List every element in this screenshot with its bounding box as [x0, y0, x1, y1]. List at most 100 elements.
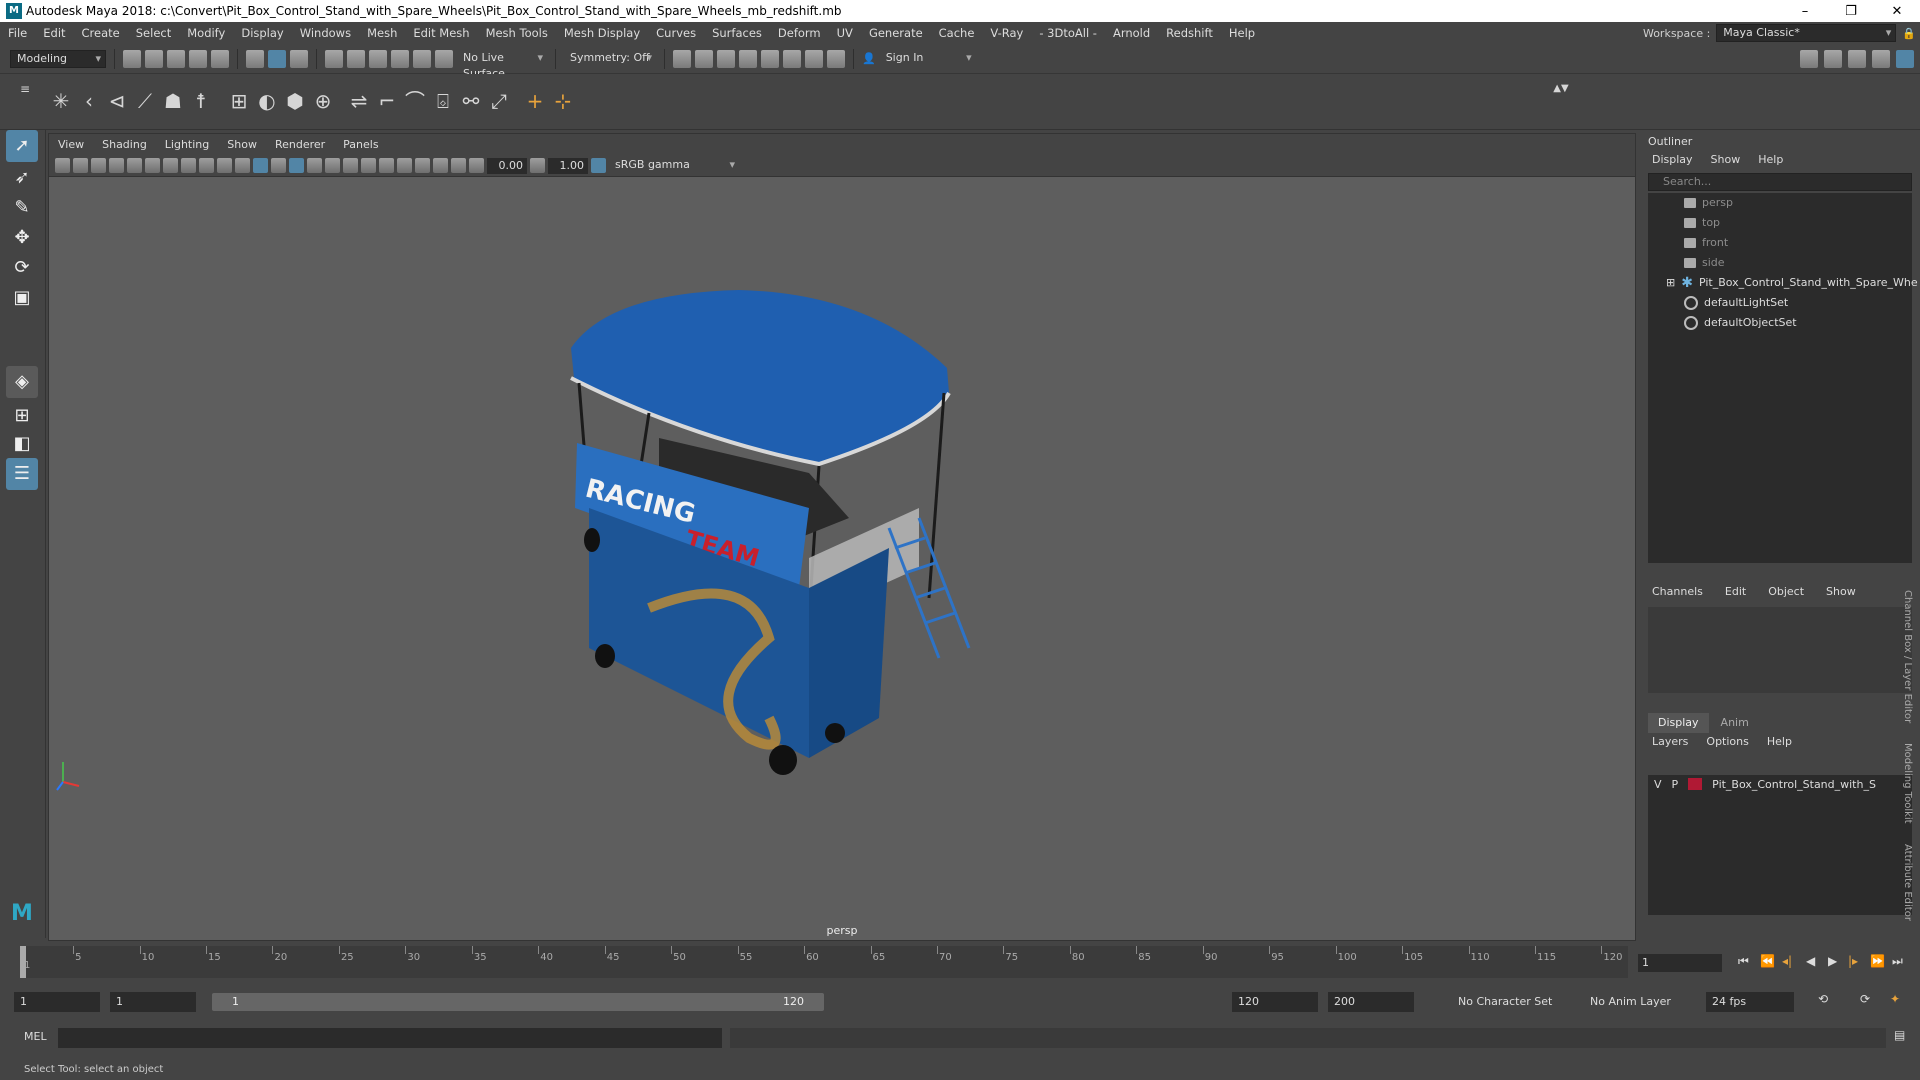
channel-menu-edit[interactable]: Edit [1725, 583, 1746, 601]
paint-weights-icon[interactable]: ◐ [254, 88, 280, 114]
play-forwards-icon[interactable]: ▶ [1828, 954, 1837, 968]
viewport-menu-lighting[interactable]: Lighting [156, 138, 218, 151]
menu-windows[interactable]: Windows [292, 26, 359, 40]
snap-view-plane-icon[interactable] [391, 49, 409, 68]
snap-vertex-icon[interactable] [435, 49, 453, 68]
paint-select-tool-icon[interactable]: ✎ [6, 192, 38, 224]
select-hierarchy-icon[interactable] [246, 49, 264, 68]
channel-box-icon[interactable] [1872, 49, 1890, 68]
mode-dropdown[interactable]: Modeling [10, 49, 106, 68]
undo-icon[interactable] [189, 49, 207, 68]
viewport-panel[interactable]: View Shading Lighting Show Renderer Pane… [48, 133, 1636, 941]
light-editor-icon[interactable] [805, 49, 823, 68]
side-tab-channel-box[interactable]: Channel Box / Layer Editor [1902, 590, 1913, 723]
user-icon[interactable]: 👤 [862, 52, 876, 65]
locator-icon[interactable]: + [522, 88, 548, 114]
motion-blur-icon[interactable] [361, 158, 376, 173]
ambient-occlusion-icon[interactable] [343, 158, 358, 173]
save-scene-icon[interactable] [167, 49, 185, 68]
tab-anim[interactable]: Anim [1711, 713, 1759, 733]
loop-icon[interactable]: ⟲ [1818, 992, 1828, 1006]
go-to-start-icon[interactable]: ⏮ [1738, 954, 1749, 969]
playback-start-field[interactable]: 1 [110, 992, 196, 1012]
lattice-icon[interactable]: ⬢ [282, 88, 308, 114]
menu-3dtoall[interactable]: - 3DtoAll - [1031, 26, 1105, 40]
viewport-menu-view[interactable]: View [49, 138, 93, 151]
modeling-toolkit-icon[interactable] [1800, 49, 1818, 68]
menu-generate[interactable]: Generate [861, 26, 931, 40]
outliner-item-pit-box[interactable]: ⊞ ✱ Pit_Box_Control_Stand_with_Spare_Whe [1648, 273, 1918, 293]
shelf-menu-icon[interactable]: ≡ [12, 76, 38, 102]
curve-warp-icon[interactable]: ⟋ [132, 88, 158, 114]
wrap-deformer-icon[interactable]: ⌐ [374, 88, 400, 114]
current-frame-field[interactable]: 1 [1638, 954, 1722, 972]
color-space-dropdown[interactable]: sRGB gamma [609, 156, 739, 175]
menu-redshift[interactable]: Redshift [1158, 26, 1221, 40]
squash-deformer-icon[interactable]: ⌺ [430, 88, 456, 114]
gamma-field[interactable]: 1.00 [548, 157, 588, 174]
shadows-icon[interactable] [325, 158, 340, 173]
lock-icon[interactable]: 🔒 [1902, 27, 1916, 40]
maximize-button[interactable]: ❐ [1828, 4, 1874, 19]
layer-menu-help[interactable]: Help [1767, 733, 1792, 751]
tool-settings-icon[interactable] [1848, 49, 1866, 68]
two-view-layout-icon[interactable]: ◧ [6, 428, 38, 460]
step-back-key-icon[interactable]: ⏪ [1760, 954, 1775, 968]
render-frame-icon[interactable] [717, 49, 735, 68]
field-chart-icon[interactable] [181, 158, 196, 173]
select-object-icon[interactable] [268, 49, 286, 68]
outliner-item-side[interactable]: side [1648, 253, 1912, 273]
outliner-item-persp[interactable]: persp [1648, 193, 1912, 213]
camera-attributes-icon[interactable] [55, 158, 70, 173]
outliner-item-default-object-set[interactable]: defaultObjectSet [1648, 313, 1912, 333]
menu-curves[interactable]: Curves [648, 26, 704, 40]
menu-help[interactable]: Help [1221, 26, 1263, 40]
menu-mesh-display[interactable]: Mesh Display [556, 26, 648, 40]
outliner-menu-show[interactable]: Show [1711, 151, 1741, 169]
shelf-scroll-icon[interactable]: ▲▼ [1548, 76, 1574, 102]
side-tab-attribute-editor[interactable]: Attribute Editor [1902, 844, 1913, 921]
command-input[interactable] [58, 1028, 722, 1048]
character-set-dropdown[interactable]: No Character Set [1452, 992, 1572, 1012]
layer-visibility-toggle[interactable]: V [1654, 778, 1662, 791]
isolate-select-icon[interactable] [397, 158, 412, 173]
outliner-item-top[interactable]: top [1648, 213, 1912, 233]
step-back-frame-icon[interactable]: ◂| [1782, 954, 1792, 968]
ik-spline-icon[interactable]: ⊲ [104, 88, 130, 114]
render-settings-icon[interactable] [673, 49, 691, 68]
fps-dropdown[interactable]: 24 fps [1706, 992, 1794, 1012]
menu-arnold[interactable]: Arnold [1105, 26, 1158, 40]
layer-playback-toggle[interactable]: P [1672, 778, 1679, 791]
outliner-item-default-light-set[interactable]: defaultLightSet [1648, 293, 1912, 313]
snap-point-icon[interactable] [369, 49, 387, 68]
quick-rig-icon[interactable]: ☨ [188, 88, 214, 114]
layer-row[interactable]: V P Pit_Box_Control_Stand_with_S [1648, 775, 1912, 793]
blend-shape-icon[interactable]: ⇌ [346, 88, 372, 114]
constraint-icon[interactable]: ⚯ [458, 88, 484, 114]
outliner-layout-icon[interactable]: ☰ [6, 458, 38, 490]
aim-constraint-icon[interactable]: ⤢ [486, 88, 512, 114]
ipr-render-icon[interactable] [739, 49, 757, 68]
script-editor-icon[interactable]: ▤ [1894, 1028, 1905, 1042]
workspace-dropdown[interactable]: Maya Classic* [1716, 24, 1897, 42]
color-management-icon[interactable] [591, 158, 606, 173]
pit-box-model[interactable]: RACING TEAM [49, 178, 1635, 918]
minimize-button[interactable]: – [1782, 4, 1828, 19]
menu-deform[interactable]: Deform [770, 26, 829, 40]
viewport-menu-renderer[interactable]: Renderer [266, 138, 334, 151]
viewport-menu-show[interactable]: Show [218, 138, 266, 151]
layer-menu-options[interactable]: Options [1706, 733, 1748, 751]
single-view-layout-icon[interactable]: ◈ [6, 366, 38, 398]
backface-culling-icon[interactable] [451, 158, 466, 173]
exposure-icon[interactable] [469, 158, 484, 173]
outliner-menu-help[interactable]: Help [1758, 151, 1783, 169]
menu-mesh[interactable]: Mesh [359, 26, 405, 40]
viewport-menu-shading[interactable]: Shading [93, 138, 156, 151]
viewport-menu-panels[interactable]: Panels [334, 138, 387, 151]
render-setup-icon[interactable] [783, 49, 801, 68]
outliner-menu-display[interactable]: Display [1652, 151, 1693, 169]
film-gate-icon[interactable] [127, 158, 142, 173]
grid-icon[interactable] [109, 158, 124, 173]
textured-icon[interactable] [289, 158, 304, 173]
xray-joints-icon[interactable] [433, 158, 448, 173]
